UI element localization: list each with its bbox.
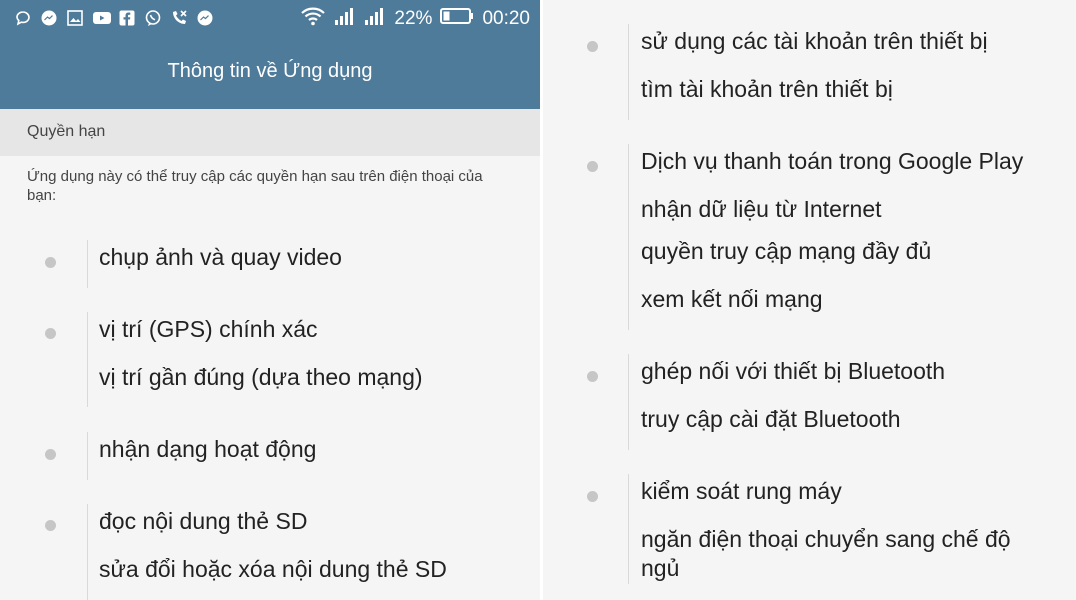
- group-divider: [628, 24, 629, 120]
- section-header: Quyền hạn: [0, 109, 540, 156]
- right-screen: sử dụng các tài khoản trên thiết bị tìm …: [543, 0, 1076, 600]
- bullet-icon: [45, 328, 56, 339]
- group-divider: [87, 432, 88, 480]
- notification-icons: [14, 9, 214, 27]
- permission-item: chụp ảnh và quay video: [99, 244, 342, 270]
- status-right: 22% 00:20: [300, 6, 530, 32]
- permission-item: sử dụng các tài khoản trên thiết bị: [641, 28, 988, 54]
- bullet-icon: [587, 41, 598, 52]
- missed-call-icon: [170, 9, 188, 27]
- bullet-icon: [45, 257, 56, 268]
- group-divider: [628, 354, 629, 450]
- permission-item: nhận dữ liệu từ Internet: [641, 196, 882, 222]
- bullet-icon: [45, 449, 56, 460]
- permission-item: Dịch vụ thanh toán trong Google Play: [641, 148, 1024, 174]
- status-bar: 22% 00:20: [0, 0, 540, 38]
- group-divider: [87, 240, 88, 288]
- clock: 00:20: [482, 8, 530, 29]
- permission-item: kiểm soát rung máy: [641, 478, 842, 504]
- bullet-icon: [587, 491, 598, 502]
- youtube-icon: [92, 9, 111, 27]
- bullet-icon: [587, 161, 598, 172]
- battery-icon: [440, 7, 474, 31]
- permission-item: quyền truy cập mạng đầy đủ: [641, 238, 932, 264]
- left-screen: 22% 00:20 Thông tin về Ứng dụng Quyền hạ…: [0, 0, 540, 600]
- permission-item: ngăn điện thoại chuyển sang chế độ ngủ: [641, 526, 1011, 581]
- permission-item: nhận dạng hoạt động: [99, 436, 317, 462]
- group-divider: [628, 144, 629, 330]
- bullet-icon: [45, 520, 56, 531]
- app-bar: Thông tin về Ứng dụng: [0, 38, 540, 109]
- page-title: Thông tin về Ứng dụng: [167, 60, 373, 82]
- image-icon: [66, 9, 84, 27]
- permission-item: tìm tài khoản trên thiết bị: [641, 76, 893, 102]
- wifi-icon: [300, 6, 326, 32]
- permission-item: vị trí gần đúng (dựa theo mạng): [99, 364, 423, 390]
- bullet-icon: [587, 371, 598, 382]
- permission-item: đọc nội dung thẻ SD: [99, 508, 308, 534]
- group-divider: [628, 474, 629, 584]
- messenger-icon: [196, 9, 214, 27]
- chat-bubble-icon: [14, 9, 32, 27]
- battery-percent: 22%: [394, 8, 433, 29]
- messenger-icon: [40, 9, 58, 27]
- signal-icon: [334, 6, 356, 32]
- facebook-icon: [118, 9, 136, 27]
- permission-item: xem kết nối mạng: [641, 286, 823, 312]
- signal-icon: [364, 6, 386, 32]
- permission-item: vị trí (GPS) chính xác: [99, 316, 318, 342]
- permission-item: ghép nối với thiết bị Bluetooth: [641, 358, 946, 384]
- permissions-description: Ứng dụng này có thể truy cập các quyền h…: [27, 168, 483, 204]
- section-header-label: Quyền hạn: [27, 123, 106, 140]
- viber-icon: [144, 9, 162, 27]
- permission-item: truy cập cài đặt Bluetooth: [641, 406, 901, 432]
- permission-item: sửa đổi hoặc xóa nội dung thẻ SD: [99, 556, 447, 582]
- group-divider: [87, 504, 88, 600]
- group-divider: [87, 312, 88, 407]
